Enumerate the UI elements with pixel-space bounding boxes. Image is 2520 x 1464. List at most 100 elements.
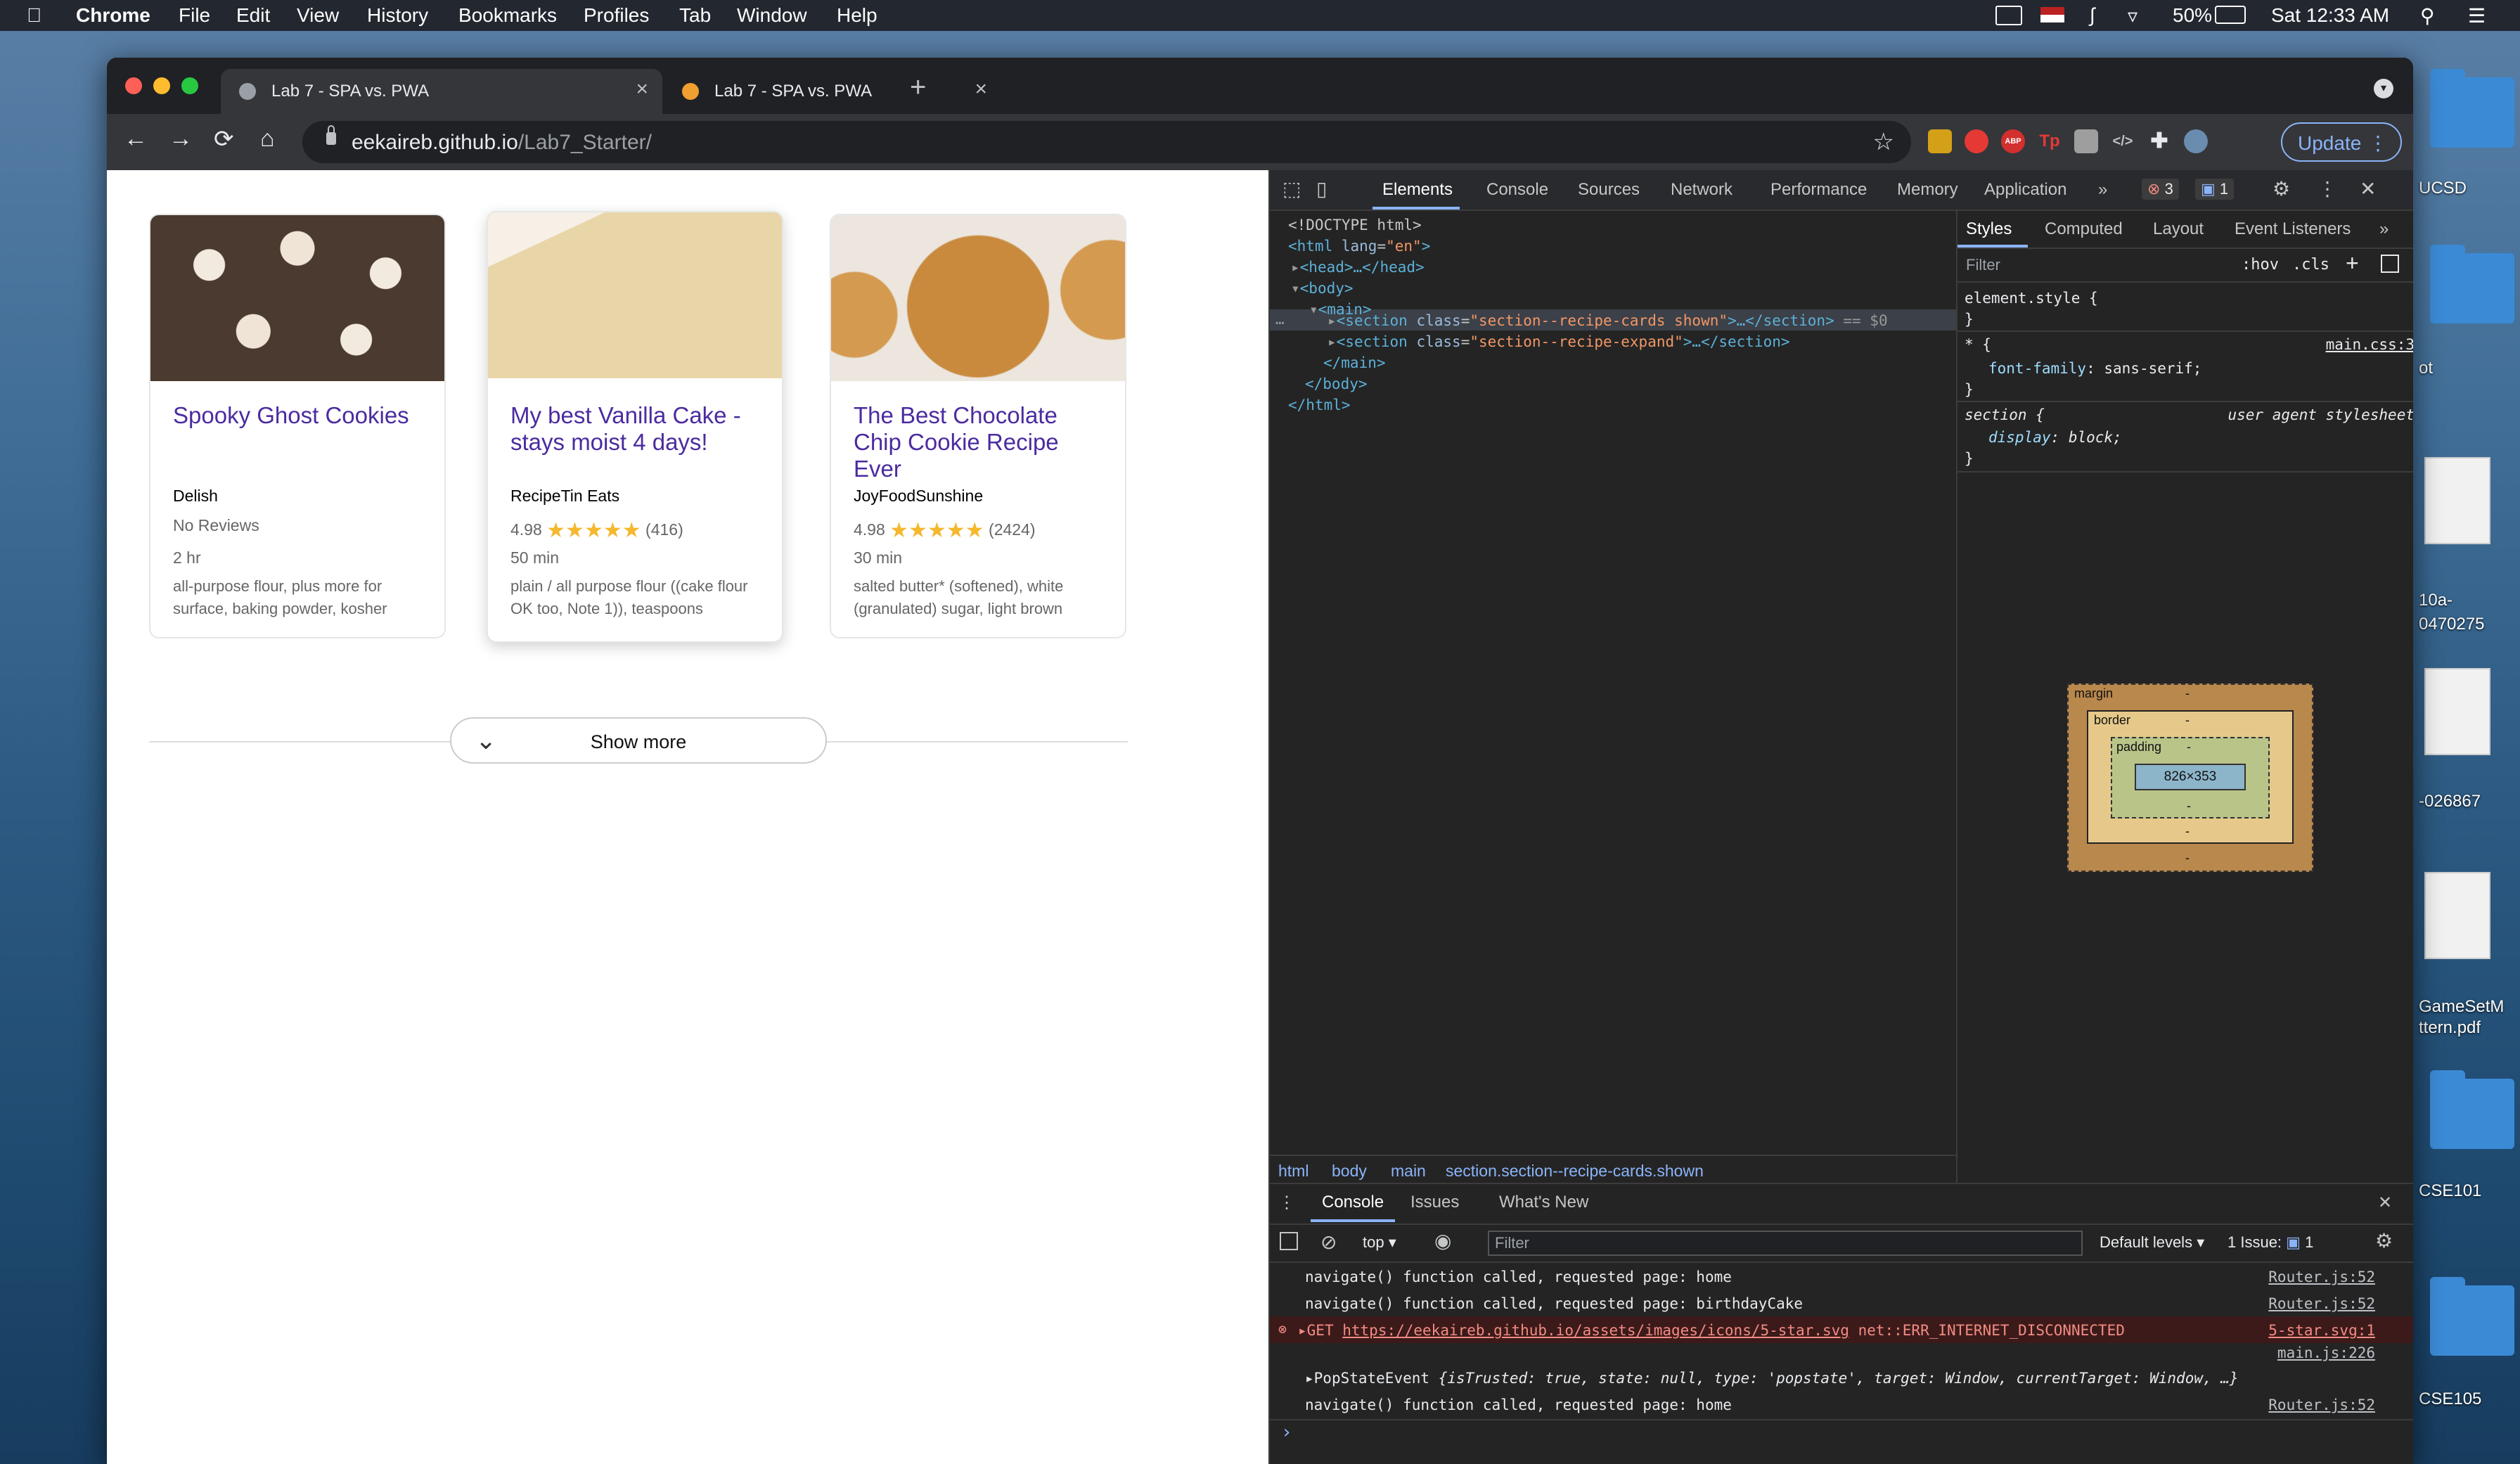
issues-counter-button[interactable]: 1 Issue: ▣ 1 <box>2228 1233 2313 1252</box>
code-extension-icon[interactable]: </> <box>2111 129 2135 153</box>
inspect-element-icon[interactable]: ⬚ <box>1282 177 1301 200</box>
url-text[interactable]: eekaireb.github.io/Lab7_Starter/ <box>352 131 652 155</box>
console-prompt[interactable]: › <box>1270 1419 2413 1447</box>
menu-tab[interactable]: Tab <box>679 4 711 27</box>
show-more-button[interactable]: ⌄ Show more <box>450 717 827 764</box>
console-message[interactable]: main.js:226 <box>1270 1343 2413 1364</box>
screen-mirror-icon[interactable] <box>1995 6 2022 25</box>
tab-styles[interactable]: Styles <box>1966 219 2012 239</box>
menu-help[interactable]: Help <box>837 4 878 27</box>
tab-computed[interactable]: Computed <box>2045 219 2123 239</box>
console-source-link[interactable]: 5-star.svg:1 <box>2268 1322 2375 1339</box>
tab-sources[interactable]: Sources <box>1578 180 1640 200</box>
reload-icon[interactable]: ⟳ <box>214 125 234 153</box>
recipe-title-link[interactable]: My best Vanilla Cake - stays moist 4 day… <box>510 402 764 456</box>
more-tabs-icon[interactable]: » <box>2379 219 2389 239</box>
close-devtools-icon[interactable]: ✕ <box>2360 177 2376 200</box>
desktop-label[interactable]: ot <box>2419 359 2433 378</box>
recipe-card[interactable]: My best Vanilla Cake - stays moist 4 day… <box>487 211 783 643</box>
console-message[interactable]: navigate() function called, requested pa… <box>1270 1290 2413 1316</box>
spotlight-search-icon[interactable]: ⚲ <box>2420 4 2435 27</box>
tab-layout[interactable]: Layout <box>2153 219 2204 239</box>
breadcrumb-section[interactable]: section.section--recipe-cards.shown <box>1446 1162 1704 1181</box>
console-error-message[interactable]: ⊗ ▸GET https://eekaireb.github.io/assets… <box>1270 1316 2413 1343</box>
console-filter-input[interactable]: Filter <box>1488 1231 2083 1256</box>
body-node[interactable]: ▾<body> <box>1291 280 1354 297</box>
forward-icon[interactable]: → <box>169 125 193 153</box>
extension-icon[interactable] <box>2074 129 2098 153</box>
console-source-link[interactable]: Router.js:52 <box>2268 1295 2375 1312</box>
close-tab-icon[interactable]: × <box>636 77 648 101</box>
recipe-title-link[interactable]: The Best Chocolate Chip Cookie Recipe Ev… <box>854 402 1107 482</box>
kebab-menu-icon[interactable]: ⋮ <box>2318 177 2337 200</box>
close-tab-icon[interactable]: × <box>975 77 987 101</box>
close-window-button[interactable] <box>125 77 142 94</box>
recipe-card[interactable]: Spooky Ghost Cookies Delish No Reviews 2… <box>149 214 446 638</box>
console-object-message[interactable]: ▸PopStateEvent {isTrusted: true, state: … <box>1270 1364 2413 1391</box>
device-toolbar-icon[interactable]: ▯ <box>1316 177 1327 200</box>
bluetooth-icon[interactable]: ∫ <box>2090 4 2095 27</box>
desktop-label[interactable]: 0470275 <box>2419 615 2484 634</box>
tab-application[interactable]: Application <box>1984 180 2066 200</box>
puzzle-extensions-icon[interactable]: ✚ <box>2147 129 2171 153</box>
bookmark-star-icon[interactable]: ☆ <box>1873 128 1894 156</box>
desktop-label[interactable]: UCSD <box>2419 179 2467 198</box>
recipe-title-link[interactable]: Spooky Ghost Cookies <box>173 402 426 429</box>
menu-bookmarks[interactable]: Bookmarks <box>458 4 557 27</box>
tab-elements[interactable]: Elements <box>1382 180 1453 200</box>
issue-counter[interactable]: ▣ 1 <box>2195 179 2235 200</box>
body-close-node[interactable]: </body> <box>1305 375 1368 392</box>
section-selector[interactable]: section { <box>1965 406 2045 423</box>
back-icon[interactable]: ← <box>124 125 148 153</box>
tab-memory[interactable]: Memory <box>1897 180 1958 200</box>
tab-active[interactable]: Lab 7 - SPA vs. PWA × <box>221 69 662 114</box>
menu-profiles[interactable]: Profiles <box>584 4 649 27</box>
log-levels-dropdown[interactable]: Default levels ▾ <box>2100 1233 2204 1252</box>
live-expression-eye-icon[interactable]: ◉ <box>1434 1229 1451 1252</box>
error-counter[interactable]: ⊗ 3 <box>2142 179 2179 200</box>
tab-network[interactable]: Network <box>1671 180 1732 200</box>
toggle-sidebar-icon[interactable] <box>2381 255 2399 273</box>
breadcrumb-main[interactable]: main <box>1391 1162 1426 1181</box>
desktop-document[interactable] <box>2424 872 2490 959</box>
adblock-icon[interactable]: ABP <box>2001 129 2025 153</box>
console-source-link[interactable]: Router.js:52 <box>2268 1396 2375 1413</box>
hov-toggle[interactable]: :hov <box>2242 256 2279 274</box>
doctype-node[interactable]: <!DOCTYPE html> <box>1288 217 1422 233</box>
styles-filter-input[interactable]: Filter <box>1966 256 2000 274</box>
box-model-content[interactable]: 826×353 <box>2135 764 2246 790</box>
section-recipe-cards-node[interactable]: ▸<section class="section--recipe-cards s… <box>1328 312 1888 329</box>
menu-edit[interactable]: Edit <box>236 4 270 27</box>
clear-console-icon[interactable]: ⊘ <box>1320 1231 1337 1254</box>
update-button[interactable]: Update ⋮ <box>2281 122 2402 162</box>
drawer-tab-whats-new[interactable]: What's New <box>1499 1193 1588 1212</box>
tab-console[interactable]: Console <box>1486 180 1548 200</box>
node-options-icon[interactable]: … <box>1275 311 1285 328</box>
error-url-link[interactable]: https://eekaireb.github.io/assets/images… <box>1342 1322 1849 1339</box>
desktop-document[interactable] <box>2424 457 2490 544</box>
tab-performance[interactable]: Performance <box>1770 180 1867 200</box>
drawer-tab-console[interactable]: Console <box>1322 1193 1384 1212</box>
css-declaration[interactable]: font-family: sans-serif; <box>1988 360 2201 377</box>
battery-icon[interactable] <box>2215 6 2246 24</box>
cls-toggle[interactable]: .cls <box>2292 256 2329 274</box>
home-icon[interactable]: ⌂ <box>260 125 275 153</box>
desktop-label[interactable]: 10a- <box>2419 591 2452 610</box>
html-node[interactable]: <html lang="en"> <box>1288 238 1430 255</box>
new-rule-icon[interactable]: + <box>2346 250 2359 276</box>
section-recipe-expand-node[interactable]: ▸<section class="section--recipe-expand"… <box>1328 333 1790 350</box>
recipe-card[interactable]: The Best Chocolate Chip Cookie Recipe Ev… <box>830 214 1126 638</box>
address-bar[interactable]: eekaireb.github.io/Lab7_Starter/ ☆ <box>302 121 1911 163</box>
menu-history[interactable]: History <box>367 4 428 27</box>
apple-icon[interactable]:  <box>27 4 41 27</box>
head-node[interactable]: ▸<head>…</head> <box>1291 259 1425 276</box>
drawer-menu-icon[interactable]: ⋮ <box>1278 1193 1295 1213</box>
desktop-folder[interactable] <box>2430 245 2514 323</box>
console-message[interactable]: navigate() function called, requested pa… <box>1270 1391 2413 1418</box>
new-tab-button[interactable]: + <box>910 72 926 103</box>
desktop-folder[interactable] <box>2430 69 2514 148</box>
clock[interactable]: Sat 12:33 AM <box>2271 4 2389 27</box>
wifi-icon[interactable]: ▿ <box>2128 4 2138 27</box>
desktop-folder[interactable] <box>2430 1070 2514 1149</box>
more-tabs-icon[interactable]: » <box>2098 180 2107 200</box>
